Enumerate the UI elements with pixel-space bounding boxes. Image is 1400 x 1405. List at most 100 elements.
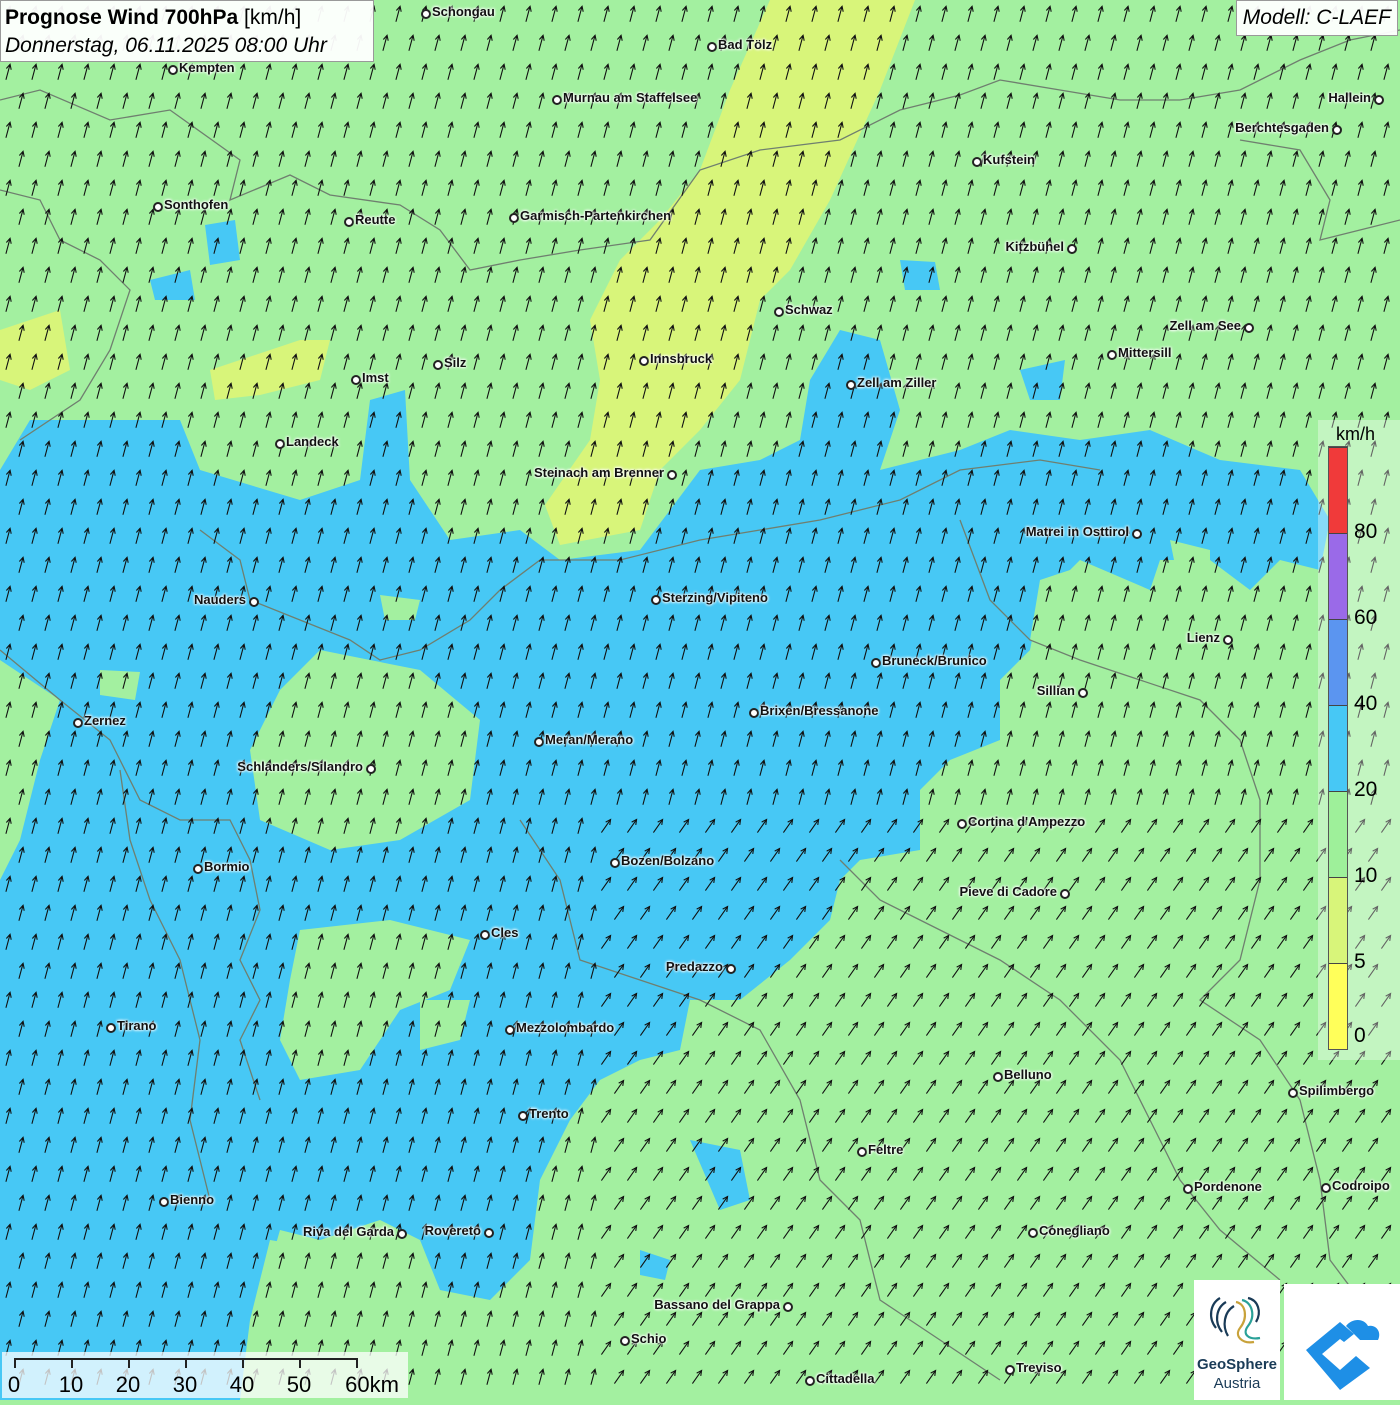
city-dot-icon <box>651 595 661 605</box>
legend-swatch <box>1329 877 1347 963</box>
city-label: Rovereto <box>424 1223 481 1238</box>
city-dot-icon <box>1332 125 1342 135</box>
city-label: Riva del Garda <box>302 1224 394 1239</box>
geosphere-logo: GeoSphere Austria <box>1194 1280 1280 1400</box>
city-label: Belluno <box>1004 1067 1052 1082</box>
city-label: Bienno <box>170 1192 215 1207</box>
city-dot-icon <box>726 964 736 974</box>
city-dot-icon <box>509 213 519 223</box>
city-dot-icon <box>1244 323 1254 333</box>
city-dot-icon <box>249 597 259 607</box>
city-label: Landeck <box>286 434 339 449</box>
scale-bar: 0 10 20 30 40 50 60km <box>2 1352 408 1398</box>
city-dot-icon <box>73 718 83 728</box>
city-label: Zernez <box>84 713 126 728</box>
city-label: Trento <box>529 1106 569 1121</box>
city-label: Kufstein <box>983 152 1035 167</box>
legend-swatch <box>1329 791 1347 877</box>
city-dot-icon <box>1028 1228 1038 1238</box>
city-dot-icon <box>774 307 784 317</box>
city-label: Sterzing/Vipiteno <box>662 590 768 605</box>
forecast-datetime: Donnerstag, 06.11.2025 08:00 Uhr <box>5 34 327 57</box>
city-label: Conegliano <box>1039 1223 1110 1238</box>
scale-label: 0 <box>7 1372 21 1397</box>
city-label: Tirano <box>117 1018 157 1033</box>
city-label: Schio <box>631 1331 667 1346</box>
city-label: Sonthofen <box>164 197 229 212</box>
city-dot-icon <box>1374 95 1384 105</box>
city-label: Nauders <box>193 592 246 607</box>
city-label: Bruneck/Brunico <box>882 653 987 668</box>
city-dot-icon <box>667 470 677 480</box>
scale-label: 50 <box>286 1372 312 1397</box>
scale-label: 40 <box>229 1372 255 1397</box>
scale-tick <box>356 1358 358 1368</box>
city-dot-icon <box>153 202 163 212</box>
city-dot-icon <box>159 1197 169 1207</box>
city-dot-icon <box>484 1228 494 1238</box>
city-dot-icon <box>397 1229 407 1239</box>
legend-swatch <box>1329 619 1347 705</box>
city-dot-icon <box>871 658 881 668</box>
city-label: Brixen/Bressanone <box>760 703 879 718</box>
city-label: Kitzbühel <box>1005 239 1065 254</box>
scale-label: 10 <box>58 1372 84 1397</box>
city-dot-icon <box>1078 688 1088 698</box>
city-label: Bormio <box>204 859 250 874</box>
city-dot-icon <box>620 1336 630 1346</box>
legend-swatch <box>1329 705 1347 791</box>
legend-label: 60 <box>1354 606 1378 629</box>
city-dot-icon <box>707 42 717 52</box>
city-label: Berchtesgaden <box>1235 120 1329 135</box>
scale-tick <box>14 1358 16 1368</box>
city-label: Cles <box>491 925 519 940</box>
city-dot-icon <box>846 380 856 390</box>
city-label: Bad Tölz <box>718 37 773 52</box>
city-dot-icon <box>1288 1088 1298 1098</box>
city-dot-icon <box>972 157 982 167</box>
title-box: Prognose Wind 700hPa [km/h] Donnerstag, … <box>0 0 374 62</box>
city-dot-icon <box>1321 1183 1331 1193</box>
city-label: Pordenone <box>1194 1179 1262 1194</box>
city-dot-icon <box>805 1376 815 1386</box>
map-title: Prognose Wind 700hPa [km/h] <box>5 4 369 32</box>
legend-bar <box>1328 446 1348 1050</box>
city-dot-icon <box>957 819 967 829</box>
city-dot-icon <box>610 858 620 868</box>
city-dot-icon <box>1060 889 1070 899</box>
city-dot-icon <box>421 9 431 19</box>
city-label: Steinach am Brenner <box>533 465 664 480</box>
scale-label: 20 <box>115 1372 141 1397</box>
city-dot-icon <box>505 1025 515 1035</box>
city-dot-icon <box>534 737 544 747</box>
city-dot-icon <box>639 356 649 366</box>
city-label: Predazzo <box>665 959 723 974</box>
city-label: Zell am Ziller <box>857 375 937 390</box>
city-label: Bassano del Grappa <box>654 1297 780 1312</box>
city-dot-icon <box>1067 244 1077 254</box>
app-logo-icon <box>1306 1320 1380 1390</box>
city-label: Hallein <box>1328 90 1371 105</box>
city-dot-icon <box>1005 1365 1015 1375</box>
city-label: Mittersill <box>1118 345 1172 360</box>
city-dot-icon <box>857 1147 867 1157</box>
city-label: Cortina d'Ampezzo <box>968 814 1086 829</box>
city-dot-icon <box>351 375 361 385</box>
scale-tick <box>299 1358 301 1368</box>
model-label: Modell: C-LAEF <box>1235 0 1398 36</box>
legend-swatch <box>1329 533 1347 619</box>
map-title-unit: [km/h] <box>244 6 302 29</box>
city-label: Bozen/Bolzano <box>621 853 715 868</box>
city-dot-icon <box>168 65 178 75</box>
city-dot-icon <box>1183 1184 1193 1194</box>
city-dot-icon <box>275 439 285 449</box>
city-label: Mezzolombardo <box>516 1020 615 1035</box>
city-label: Cittadella <box>816 1371 875 1386</box>
city-dot-icon <box>480 930 490 940</box>
city-label: Imst <box>362 370 389 385</box>
city-dot-icon <box>344 217 354 227</box>
legend-label: 0 <box>1354 1024 1366 1047</box>
legend-label: 10 <box>1354 864 1378 887</box>
city-dot-icon <box>433 360 443 370</box>
city-label: Innsbruck <box>650 351 713 366</box>
